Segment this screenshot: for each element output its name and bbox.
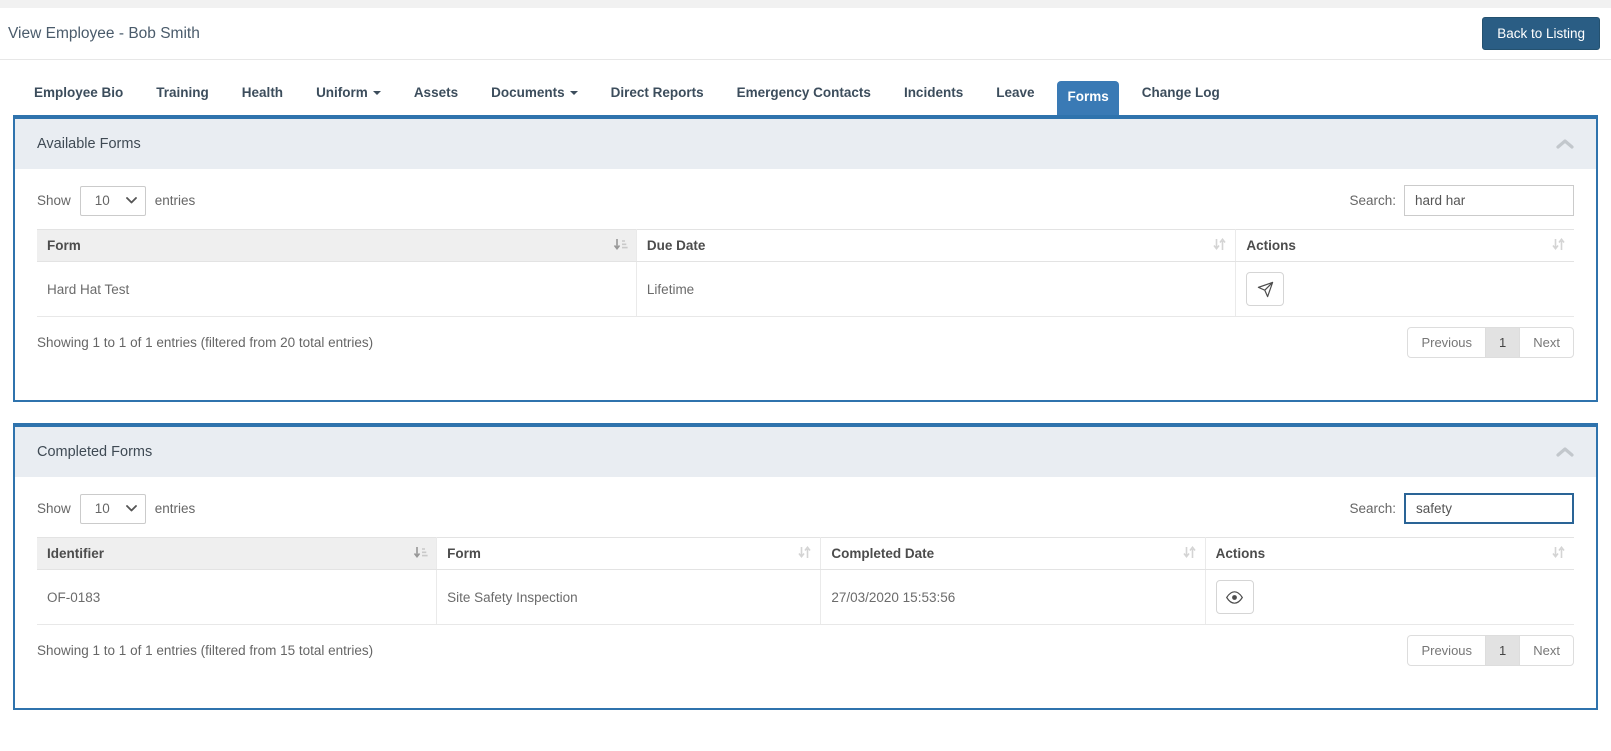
tab-direct-reports[interactable]: Direct Reports [601, 77, 714, 108]
table-header-row: Form Due Date Actions [37, 229, 1574, 262]
entries-summary: Showing 1 to 1 of 1 entries (filtered fr… [37, 643, 374, 658]
next-page-button[interactable]: Next [1519, 635, 1574, 666]
previous-page-button[interactable]: Previous [1407, 327, 1487, 358]
tab-bar: Employee Bio Training Health Uniform Ass… [0, 60, 1611, 115]
page-size-value: 10 [94, 193, 110, 208]
tab-emergency-contacts[interactable]: Emergency Contacts [727, 77, 881, 108]
tab-uniform[interactable]: Uniform [306, 77, 391, 108]
column-header-actions[interactable]: Actions [1235, 229, 1574, 262]
cell-actions [1235, 261, 1574, 317]
next-page-button[interactable]: Next [1519, 327, 1574, 358]
table-footer: Showing 1 to 1 of 1 entries (filtered fr… [37, 327, 1574, 358]
column-header-identifier[interactable]: Identifier [37, 537, 438, 570]
column-header-actions[interactable]: Actions [1205, 537, 1574, 570]
column-header-form[interactable]: Form [37, 229, 637, 262]
tab-employee-bio[interactable]: Employee Bio [24, 77, 133, 108]
tab-forms[interactable]: Forms [1057, 81, 1119, 115]
tab-health[interactable]: Health [232, 77, 293, 108]
panel-body: Show 10 entries Search: Form [15, 169, 1596, 400]
pagination: Previous 1 Next [1407, 327, 1574, 358]
sort-both-icon [1551, 237, 1566, 254]
paper-plane-icon [1257, 281, 1274, 297]
column-header-completed-date[interactable]: Completed Date [820, 537, 1206, 570]
cell-form: Site Safety Inspection [436, 569, 822, 625]
cell-identifier: OF-0183 [37, 569, 438, 625]
eye-icon [1226, 590, 1244, 604]
sort-asc-icon [613, 238, 628, 254]
search-input[interactable] [1404, 185, 1574, 216]
table-header-row: Identifier Form Completed Date Actions [37, 537, 1574, 570]
page-size-value: 10 [94, 501, 110, 516]
entries-label: entries [154, 501, 196, 516]
panel-title: Completed Forms [37, 444, 153, 460]
entries-summary: Showing 1 to 1 of 1 entries (filtered fr… [37, 335, 374, 350]
tab-training[interactable]: Training [146, 77, 219, 108]
pagination: Previous 1 Next [1407, 635, 1574, 666]
table-footer: Showing 1 to 1 of 1 entries (filtered fr… [37, 635, 1574, 666]
send-form-button[interactable] [1246, 272, 1285, 306]
search-input[interactable] [1404, 493, 1574, 524]
page-1-button[interactable]: 1 [1485, 635, 1521, 666]
tab-documents[interactable]: Documents [481, 77, 588, 108]
chevron-up-icon[interactable] [1556, 138, 1574, 150]
view-form-button[interactable] [1215, 580, 1254, 614]
previous-page-button[interactable]: Previous [1407, 635, 1487, 666]
panel-header: Available Forms [15, 119, 1596, 169]
column-header-form[interactable]: Form [436, 537, 822, 570]
table-controls: Show 10 entries Search: [37, 493, 1574, 524]
cell-due-date: Lifetime [636, 261, 1237, 317]
top-strip [0, 0, 1611, 8]
sort-asc-icon [413, 546, 428, 562]
cell-form: Hard Hat Test [37, 261, 637, 317]
page-length-control: Show 10 entries [37, 493, 196, 524]
panel-header: Completed Forms [15, 427, 1596, 477]
entries-label: entries [154, 193, 196, 208]
tab-leave[interactable]: Leave [986, 77, 1044, 108]
completed-forms-table: Identifier Form Completed Date Actions O… [37, 537, 1574, 625]
page-title: View Employee - Bob Smith [8, 24, 200, 42]
table-controls: Show 10 entries Search: [37, 185, 1574, 216]
available-forms-panel: Available Forms Show 10 entries Search: [13, 115, 1598, 402]
search-control: Search: [1349, 493, 1574, 524]
cell-completed-date: 27/03/2020 15:53:56 [820, 569, 1206, 625]
table-row: Hard Hat Test Lifetime [37, 261, 1574, 317]
chevron-up-icon[interactable] [1556, 446, 1574, 458]
back-to-listing-button[interactable]: Back to Listing [1482, 17, 1600, 50]
tab-change-log[interactable]: Change Log [1132, 77, 1230, 108]
caret-down-icon [569, 90, 578, 95]
show-label: Show [37, 193, 71, 208]
page-length-control: Show 10 entries [37, 185, 196, 216]
panel-title: Available Forms [37, 136, 141, 152]
chevron-down-icon [125, 505, 137, 512]
panel-body: Show 10 entries Search: Identifier [15, 477, 1596, 708]
sort-both-icon [1212, 237, 1227, 254]
sort-both-icon [1551, 545, 1566, 562]
page-size-select[interactable]: 10 [79, 493, 146, 524]
page-1-button[interactable]: 1 [1485, 327, 1521, 358]
search-label: Search: [1349, 193, 1396, 208]
table-row: OF-0183 Site Safety Inspection 27/03/202… [37, 569, 1574, 625]
tab-incidents[interactable]: Incidents [894, 77, 973, 108]
page-size-select[interactable]: 10 [79, 185, 146, 216]
chevron-down-icon [125, 197, 137, 204]
column-header-due-date[interactable]: Due Date [636, 229, 1237, 262]
show-label: Show [37, 501, 71, 516]
search-label: Search: [1349, 501, 1396, 516]
available-forms-table: Form Due Date Actions Hard Hat Test Life… [37, 229, 1574, 317]
search-control: Search: [1349, 185, 1574, 216]
completed-forms-panel: Completed Forms Show 10 entries Search: [13, 423, 1598, 710]
tab-assets[interactable]: Assets [404, 77, 468, 108]
caret-down-icon [372, 90, 381, 95]
sort-both-icon [797, 545, 812, 562]
page-header: View Employee - Bob Smith Back to Listin… [0, 8, 1611, 60]
sort-both-icon [1182, 545, 1197, 562]
cell-actions [1205, 569, 1574, 625]
